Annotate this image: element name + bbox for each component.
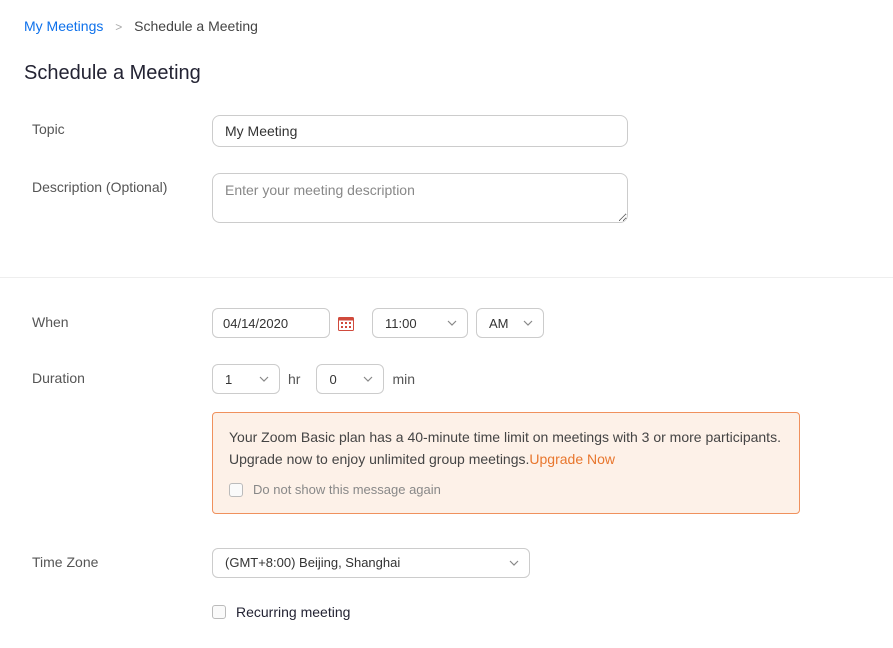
duration-label: Duration: [32, 364, 212, 386]
breadcrumb-current: Schedule a Meeting: [134, 18, 258, 34]
when-label: When: [32, 308, 212, 330]
timezone-select[interactable]: (GMT+8:00) Beijing, Shanghai: [212, 548, 530, 578]
ampm-value: AM: [489, 316, 509, 331]
time-select[interactable]: 11:00: [372, 308, 468, 338]
ampm-select[interactable]: AM: [476, 308, 544, 338]
topic-label: Topic: [32, 115, 212, 137]
dont-show-label: Do not show this message again: [253, 480, 441, 500]
breadcrumb: My Meetings > Schedule a Meeting: [0, 0, 893, 46]
section-divider: [0, 277, 893, 278]
notice-text: Your Zoom Basic plan has a 40-minute tim…: [229, 429, 781, 467]
date-input[interactable]: [212, 308, 330, 338]
upgrade-now-link[interactable]: Upgrade Now: [529, 451, 615, 467]
description-label: Description (Optional): [32, 173, 212, 195]
chevron-down-icon: [509, 560, 519, 566]
breadcrumb-separator: >: [115, 20, 122, 34]
recurring-label: Recurring meeting: [236, 604, 350, 620]
chevron-down-icon: [259, 376, 269, 382]
page-title: Schedule a Meeting: [0, 46, 893, 115]
time-value: 11:00: [385, 316, 417, 331]
duration-hours-value: 1: [225, 372, 232, 387]
breadcrumb-link-my-meetings[interactable]: My Meetings: [24, 18, 103, 34]
calendar-icon[interactable]: [338, 316, 354, 331]
chevron-down-icon: [447, 320, 457, 326]
timezone-label: Time Zone: [32, 548, 212, 570]
timezone-value: (GMT+8:00) Beijing, Shanghai: [225, 555, 400, 570]
plan-limit-notice: Your Zoom Basic plan has a 40-minute tim…: [212, 412, 800, 514]
topic-input[interactable]: [212, 115, 628, 147]
chevron-down-icon: [523, 320, 533, 326]
hr-label: hr: [288, 371, 300, 387]
dont-show-checkbox[interactable]: [229, 483, 243, 497]
duration-hours-select[interactable]: 1: [212, 364, 280, 394]
duration-minutes-select[interactable]: 0: [316, 364, 384, 394]
recurring-checkbox[interactable]: [212, 605, 226, 619]
description-input[interactable]: [212, 173, 628, 223]
min-label: min: [392, 371, 415, 387]
chevron-down-icon: [363, 376, 373, 382]
duration-minutes-value: 0: [329, 372, 336, 387]
